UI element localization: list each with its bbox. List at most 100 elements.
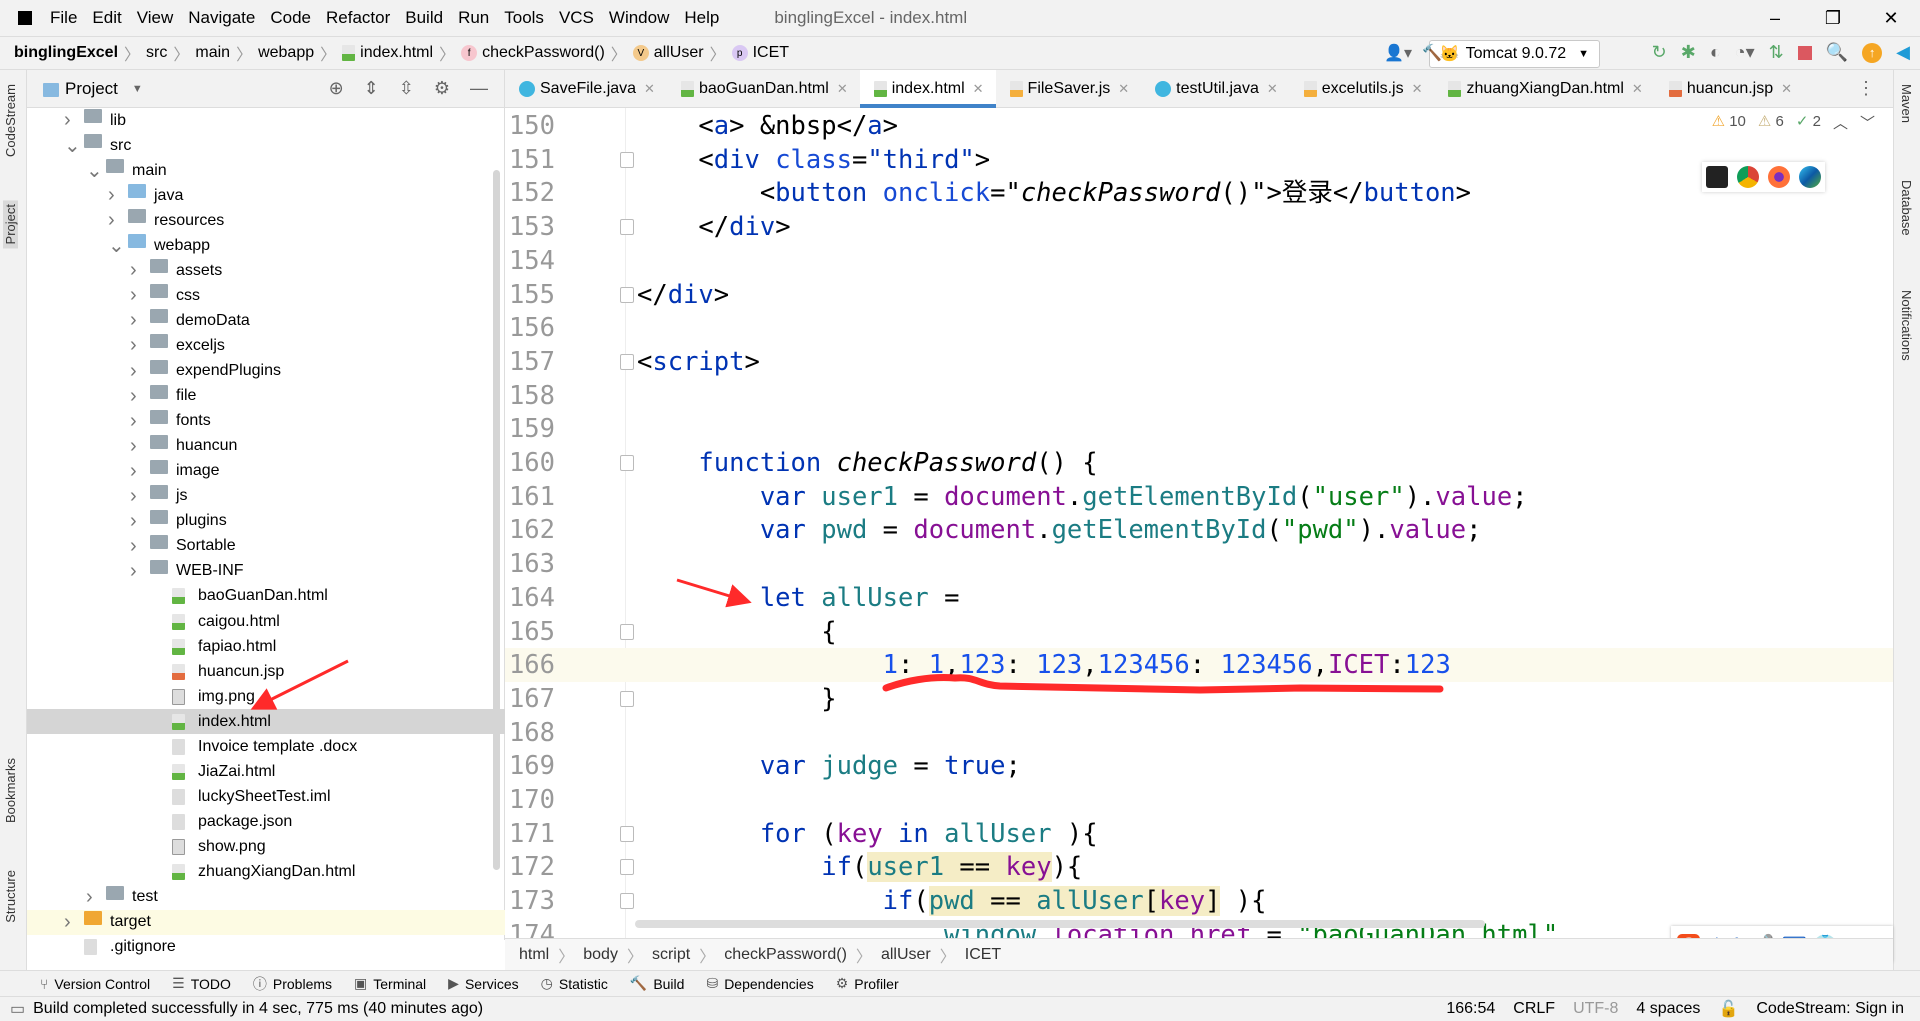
coverage-icon[interactable]: ◐ [1710,42,1721,63]
tab-index-html[interactable]: index.html ✕ [859,69,996,108]
tree-item[interactable]: › java [27,183,505,208]
chevron-right-icon[interactable]: › [130,410,137,433]
tool-window-dependencies[interactable]: ⛁ Dependencies [706,975,813,992]
tree-item[interactable]: index.html [27,709,505,735]
menu-code[interactable]: Code [270,8,311,27]
menu-help[interactable]: Help [684,8,719,27]
code-line[interactable]: 166 1: 1,123: 123,123456: 123456,ICET:12… [505,648,1893,683]
tree-item[interactable]: › css [27,283,505,308]
chevron-up-icon[interactable]: ︿ [1833,112,1848,133]
fold-marker-icon[interactable] [620,690,634,707]
tree-item[interactable]: › exceljs [27,333,505,358]
update-icon[interactable]: ⇅ [1769,42,1784,63]
project-panel-title[interactable]: Project [65,79,118,99]
fold-marker-icon[interactable] [620,455,634,471]
nav-crumb[interactable]: index.html [342,44,433,62]
line-number[interactable]: 166 [505,648,555,682]
chevron-right-icon[interactable]: › [86,886,93,909]
tree-item[interactable]: ⌄ webapp [27,233,505,258]
tree-item[interactable]: › plugins [27,509,505,534]
stop-icon[interactable] [1797,45,1812,60]
menu-file[interactable]: File [50,8,77,27]
chevron-right-icon[interactable]: › [130,535,137,558]
tree-item[interactable]: show.png [27,834,505,859]
expand-all-icon[interactable]: ⇕ [364,78,379,99]
code-line[interactable]: 162 var pwd = document.getElementById("p… [505,513,1893,547]
code-line[interactable]: 168 [505,716,1893,750]
line-number[interactable]: 151 [505,143,555,177]
menu-build[interactable]: Build [405,8,443,27]
menu-run[interactable]: Run [458,8,489,27]
tree-item[interactable]: ⌄ main [27,158,505,183]
tree-item[interactable]: › image [27,459,505,484]
fold-marker-icon[interactable] [620,151,634,168]
close-tab-icon[interactable]: ✕ [1632,81,1643,97]
menu-refactor[interactable]: Refactor [326,8,390,27]
project-tab[interactable]: Project [3,200,18,249]
menu-navigate[interactable]: Navigate [188,8,255,27]
menu-view[interactable]: View [137,8,174,27]
fold-marker-icon[interactable] [620,353,634,370]
tool-window-build[interactable]: 🔨 Build [630,975,685,992]
fold-marker-icon[interactable] [620,859,634,876]
line-number[interactable]: 169 [505,749,555,783]
inspection-widget[interactable]: ⚠ 10 ⚠ 6 ✓ 2 ︿ ﹀ [1712,112,1875,133]
code-line[interactable]: 153 </div> [505,210,1893,244]
firefox-icon[interactable] [1768,166,1790,188]
line-number[interactable]: 150 [505,109,555,143]
chevron-down-icon[interactable]: ﹀ [1860,112,1875,133]
close-tab-icon[interactable]: ✕ [1781,81,1792,97]
code-line[interactable]: 152 <button onclick="checkPassword()">登录… [505,176,1893,210]
code-line[interactable]: 164 let allUser = [505,581,1893,615]
fold-marker-icon[interactable] [620,623,634,640]
tree-item[interactable]: › expendPlugins [27,359,505,384]
tab-huancun-jsp[interactable]: huancun.jsp ✕ [1655,70,1804,108]
database-tab[interactable]: Database [1899,180,1914,236]
tool-window-statistic[interactable]: ◷ Statistic [541,975,608,992]
collapse-all-icon[interactable]: ⇳ [399,78,414,99]
chevron-down-icon[interactable]: ⌄ [86,158,103,183]
update-available-icon[interactable]: ↑ [1862,42,1883,63]
line-number[interactable]: 161 [505,480,555,514]
tab-savefile-java[interactable]: SaveFile.java ✕ [505,70,667,108]
fold-marker-icon[interactable] [620,825,634,842]
breadcrumb-item[interactable]: html [519,946,549,964]
hide-icon[interactable]: — [470,78,488,99]
menu-window[interactable]: Window [609,8,669,27]
chevron-right-icon[interactable]: › [130,360,137,383]
line-number[interactable]: 160 [505,446,555,480]
chevron-right-icon[interactable]: › [130,309,137,332]
chevron-right-icon[interactable]: › [130,510,137,533]
code-line[interactable]: 165 { [505,615,1893,649]
close-tab-icon[interactable]: ✕ [973,81,984,97]
tree-item[interactable]: ⌄ src [27,133,505,158]
tree-item[interactable]: › target [27,909,505,935]
fold-marker-icon[interactable] [620,893,634,910]
jetbrains-icon[interactable]: ◀ [1896,42,1910,63]
minimize-button[interactable]: – [1746,0,1804,36]
chevron-down-icon[interactable]: ⌄ [64,133,81,158]
tree-item[interactable]: huancun.jsp [27,659,505,684]
menu-vcs[interactable]: VCS [559,8,594,27]
tab-excelutils-js[interactable]: excelutils.js ✕ [1290,70,1435,108]
tree-item[interactable]: › resources [27,208,505,233]
tree-item[interactable]: › lib [27,108,505,133]
menu-tools[interactable]: Tools [504,8,544,27]
tool-window-problems[interactable]: ⓘ Problems [253,974,332,994]
more-tabs-icon[interactable]: ⋮ [1857,78,1875,99]
line-number[interactable]: 173 [505,884,555,918]
line-number[interactable]: 159 [505,412,555,446]
tree-item[interactable]: .gitignore [27,935,505,960]
status-icon[interactable]: ▭ [10,999,25,1019]
close-tab-icon[interactable]: ✕ [1267,81,1278,97]
line-number[interactable]: 158 [505,379,555,413]
breadcrumb-item[interactable]: checkPassword() [724,946,847,964]
typo-count[interactable]: ✓ 2 [1796,112,1821,133]
close-tab-icon[interactable]: ✕ [1118,81,1129,97]
line-number[interactable]: 156 [505,311,555,345]
edge-icon[interactable] [1799,166,1821,188]
code-line[interactable]: 160 function checkPassword() { [505,446,1893,480]
tool-window-version-control[interactable]: ⑂ Version Control [40,976,150,992]
breadcrumb-item[interactable]: body [583,946,618,964]
line-separator[interactable]: CRLF [1513,1000,1555,1018]
